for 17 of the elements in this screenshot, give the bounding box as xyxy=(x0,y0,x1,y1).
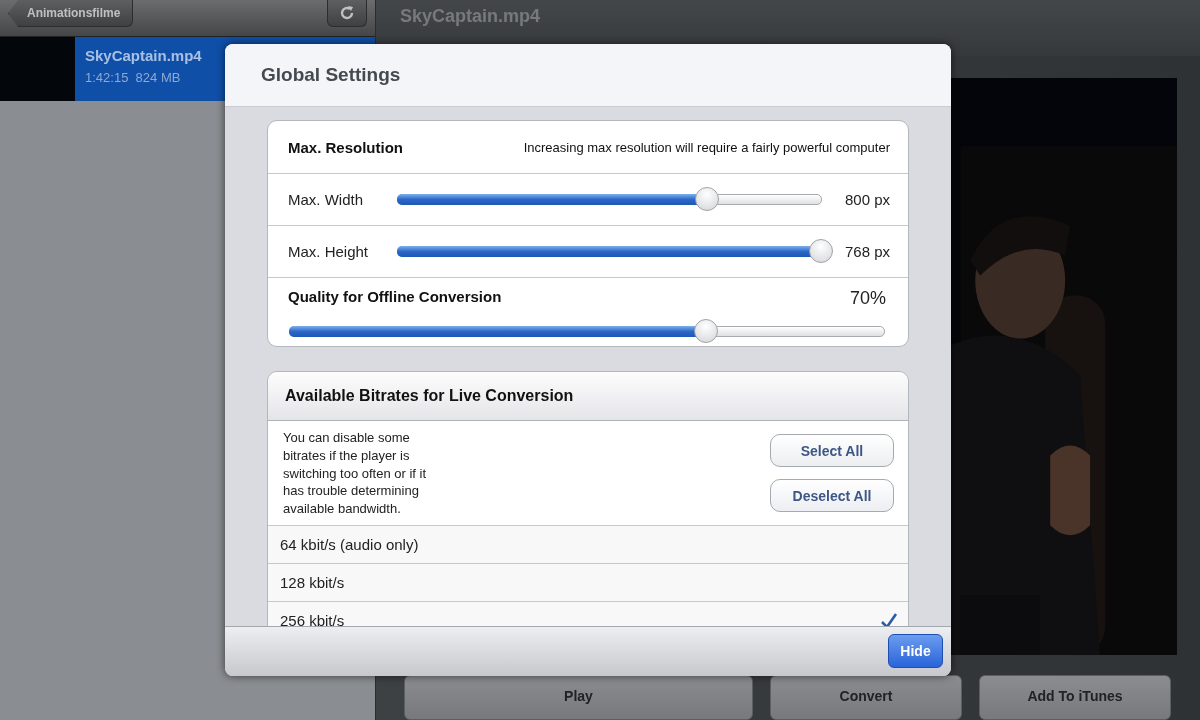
quality-label: Quality for Offline Conversion xyxy=(288,288,502,307)
bitrate-label: 256 kbit/s xyxy=(280,612,345,626)
help-text: You can disable some bitrates if the player is switching too often or if it has trouble determining available bandwidth. xyxy=(283,429,428,519)
slider-reading: 768 px xyxy=(844,243,890,260)
dialog-title: Global Settings xyxy=(261,64,401,86)
section-heading: Available Bitrates for Live Conversion xyxy=(285,387,574,405)
quality-reading: 70% xyxy=(849,288,886,309)
slider-label: Max. Width xyxy=(288,191,364,208)
bitrate-label: 64 kbit/s (audio only) xyxy=(280,536,419,553)
section-heading: Max. Resolution xyxy=(288,138,403,156)
file-name: SkyCaptain.mp4 xyxy=(85,47,202,64)
slider-reading: 800 px xyxy=(844,191,890,208)
resolution-note: Increasing max resolution will require a fairly powerful computer xyxy=(523,139,890,155)
video-title: SkyCaptain.mp4 xyxy=(400,6,541,26)
file-details: 1:42:15 824 MB xyxy=(85,70,181,85)
slider-label: Max. Height xyxy=(288,243,370,260)
bitrate-label: 128 kbit/s xyxy=(280,574,345,591)
